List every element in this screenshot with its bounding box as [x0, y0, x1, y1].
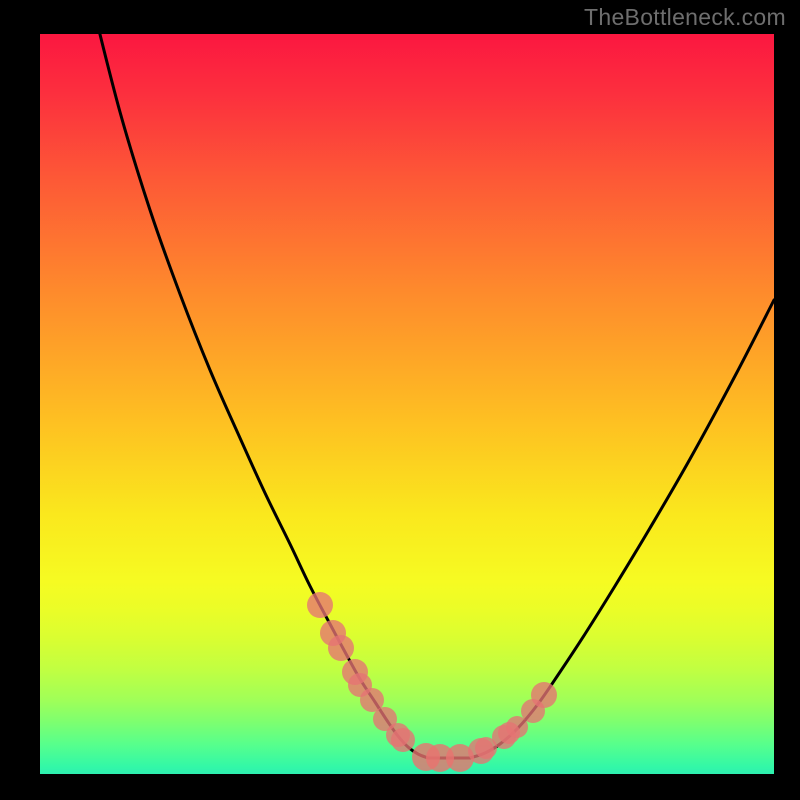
curve-layer: [40, 34, 774, 774]
data-dot: [307, 592, 333, 618]
right-branch-curve: [470, 300, 774, 758]
watermark-text: TheBottleneck.com: [584, 4, 786, 31]
left-branch-curve: [90, 34, 428, 758]
data-dot: [531, 682, 557, 708]
data-dots: [307, 592, 557, 772]
plot-area: [40, 34, 774, 774]
chart-frame: TheBottleneck.com: [0, 0, 800, 800]
data-dot: [391, 728, 415, 752]
data-dot: [328, 635, 354, 661]
